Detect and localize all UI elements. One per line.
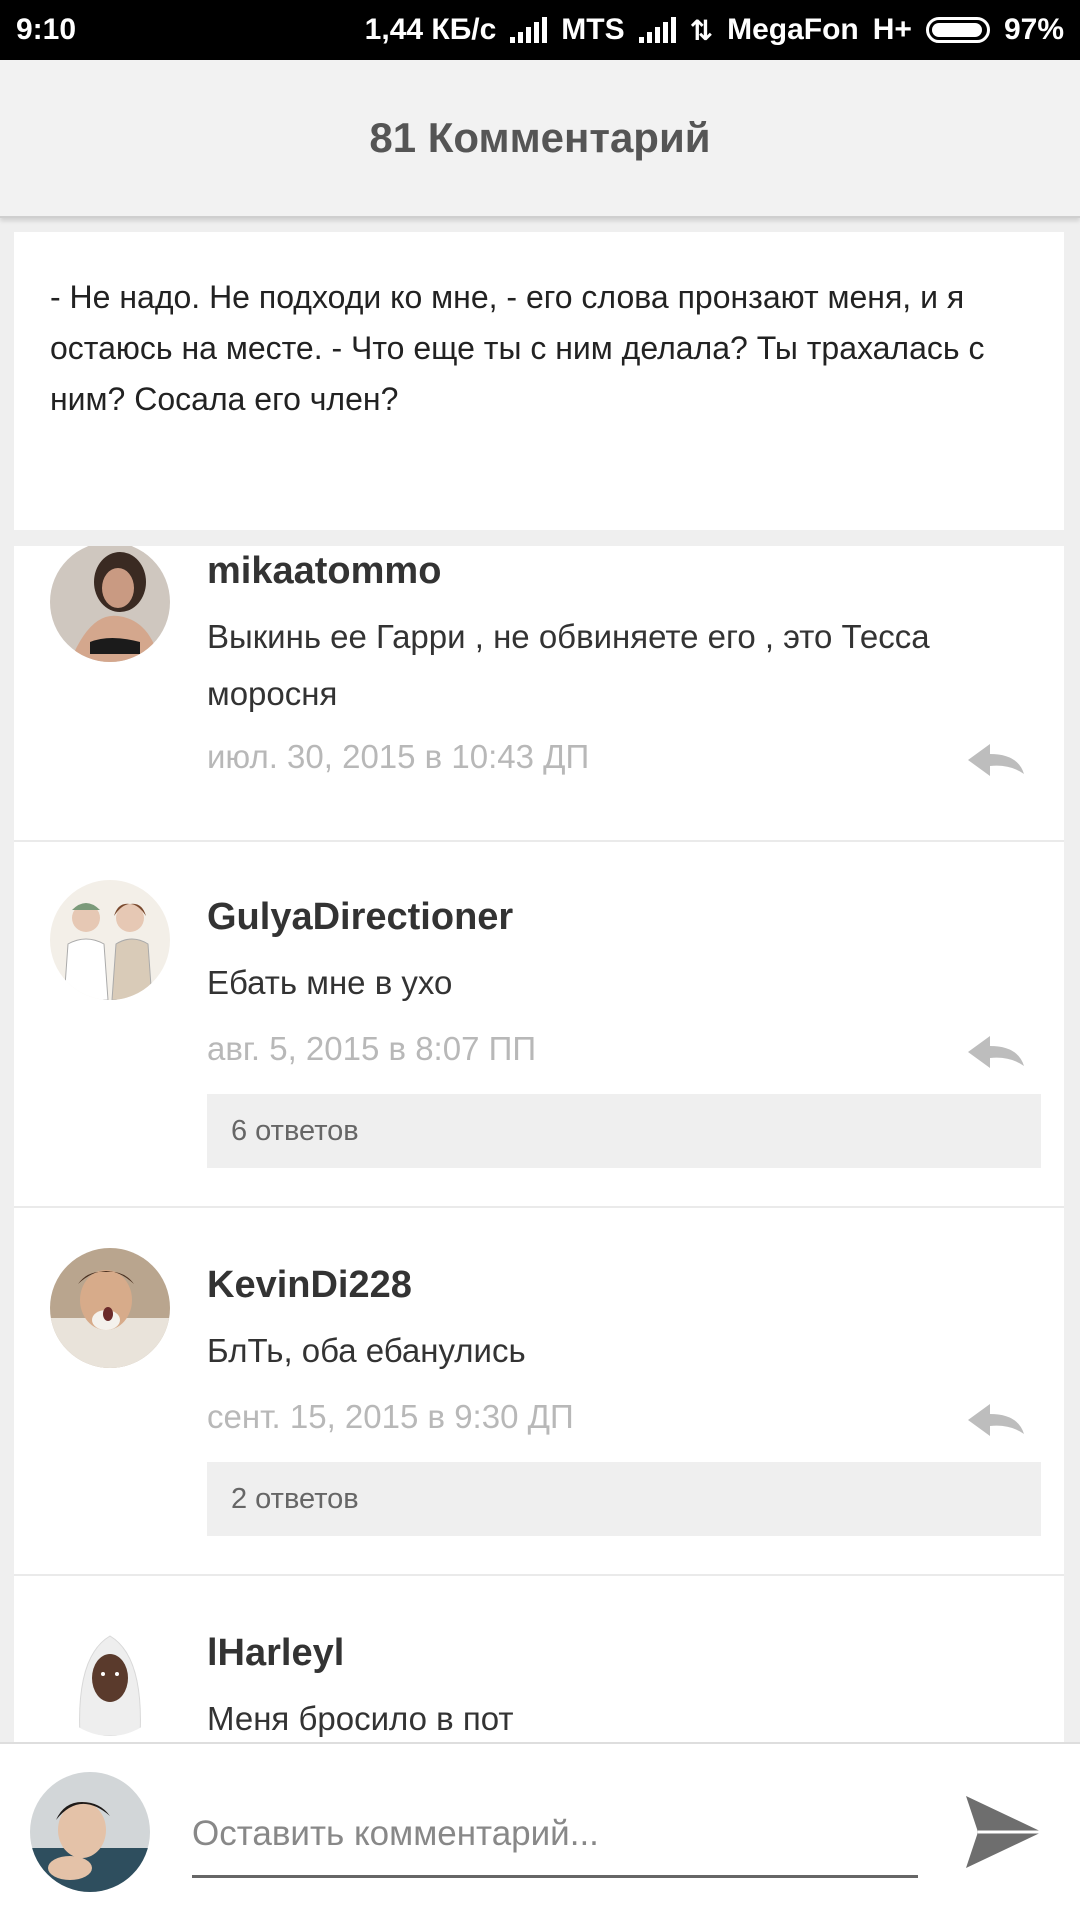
comment-input-bar <box>0 1742 1080 1922</box>
carrier-2: MegaFon <box>727 13 859 46</box>
comment-text: Ебать мне в ухо <box>207 964 453 1001</box>
view-replies-button[interactable]: 6 ответов <box>207 1094 1041 1168</box>
reply-arrow-icon[interactable] <box>964 740 1028 780</box>
view-replies-button[interactable]: 2 ответов <box>207 1462 1041 1536</box>
comment-date: сент. 15, 2015 в 9:30 ДП <box>207 1398 574 1435</box>
comment-date: июл. 30, 2015 в 10:43 ДП <box>207 738 590 775</box>
comment-text: Меня бросило в пот <box>207 1700 514 1737</box>
avatar[interactable] <box>50 1616 170 1736</box>
page-title: 81 Комментарий <box>369 114 711 161</box>
reply-arrow-icon[interactable] <box>964 1400 1028 1440</box>
comment-date: авг. 5, 2015 в 8:07 ПП <box>207 1030 537 1067</box>
status-time: 9:10 <box>16 13 77 46</box>
comment-username[interactable]: GulyaDirectioner <box>207 896 513 939</box>
comment-input[interactable] <box>192 1792 918 1878</box>
comment-item: lHarleyl Меня бросило в пот <box>14 1576 1064 1742</box>
status-bar: 9:10 1,44 КБ/с MTS ⇅ MegaFon H+ 97% <box>0 0 1080 60</box>
signal-icon <box>638 17 676 43</box>
comment-username[interactable]: KevinDi228 <box>207 1264 412 1307</box>
quoted-text: - Не надо. Не подходи ко мне, - его слов… <box>50 279 985 417</box>
comment-text: БлТь, оба ебанулись <box>207 1332 526 1369</box>
data-transfer-icon: ⇅ <box>689 14 714 46</box>
comment-item: mikaatommo Выкинь ее Гарри , не обвиняет… <box>14 546 1064 842</box>
replies-count: 2 ответов <box>231 1482 359 1515</box>
carrier-1: MTS <box>561 13 625 46</box>
avatar[interactable] <box>50 546 170 662</box>
current-user-avatar <box>30 1772 150 1892</box>
replies-count: 6 ответов <box>231 1114 359 1147</box>
quoted-passage: - Не надо. Не подходи ко мне, - его слов… <box>14 232 1064 530</box>
signal-icon <box>510 17 548 43</box>
comments-header: 81 Комментарий <box>0 60 1080 218</box>
send-icon[interactable] <box>962 1790 1046 1874</box>
reply-arrow-icon[interactable] <box>964 1032 1028 1072</box>
avatar[interactable] <box>50 880 170 1000</box>
comment-list[interactable]: mikaatommo Выкинь ее Гарри , не обвиняет… <box>14 546 1064 1742</box>
avatar[interactable] <box>50 1248 170 1368</box>
network-type: H+ <box>872 13 912 46</box>
battery-icon <box>925 17 990 43</box>
battery-percent: 97% <box>1003 13 1064 46</box>
comment-item: KevinDi228 БлТь, оба ебанулись сент. 15,… <box>14 1208 1064 1576</box>
comment-item: GulyaDirectioner Ебать мне в ухо авг. 5,… <box>14 842 1064 1208</box>
network-speed: 1,44 КБ/с <box>364 13 497 46</box>
comment-username[interactable]: lHarleyl <box>207 1632 344 1675</box>
status-right: 1,44 КБ/с MTS ⇅ MegaFon H+ 97% <box>365 13 1064 47</box>
comment-text: Выкинь ее Гарри , не обвиняете его , это… <box>207 618 930 712</box>
comment-username[interactable]: mikaatommo <box>207 550 441 593</box>
